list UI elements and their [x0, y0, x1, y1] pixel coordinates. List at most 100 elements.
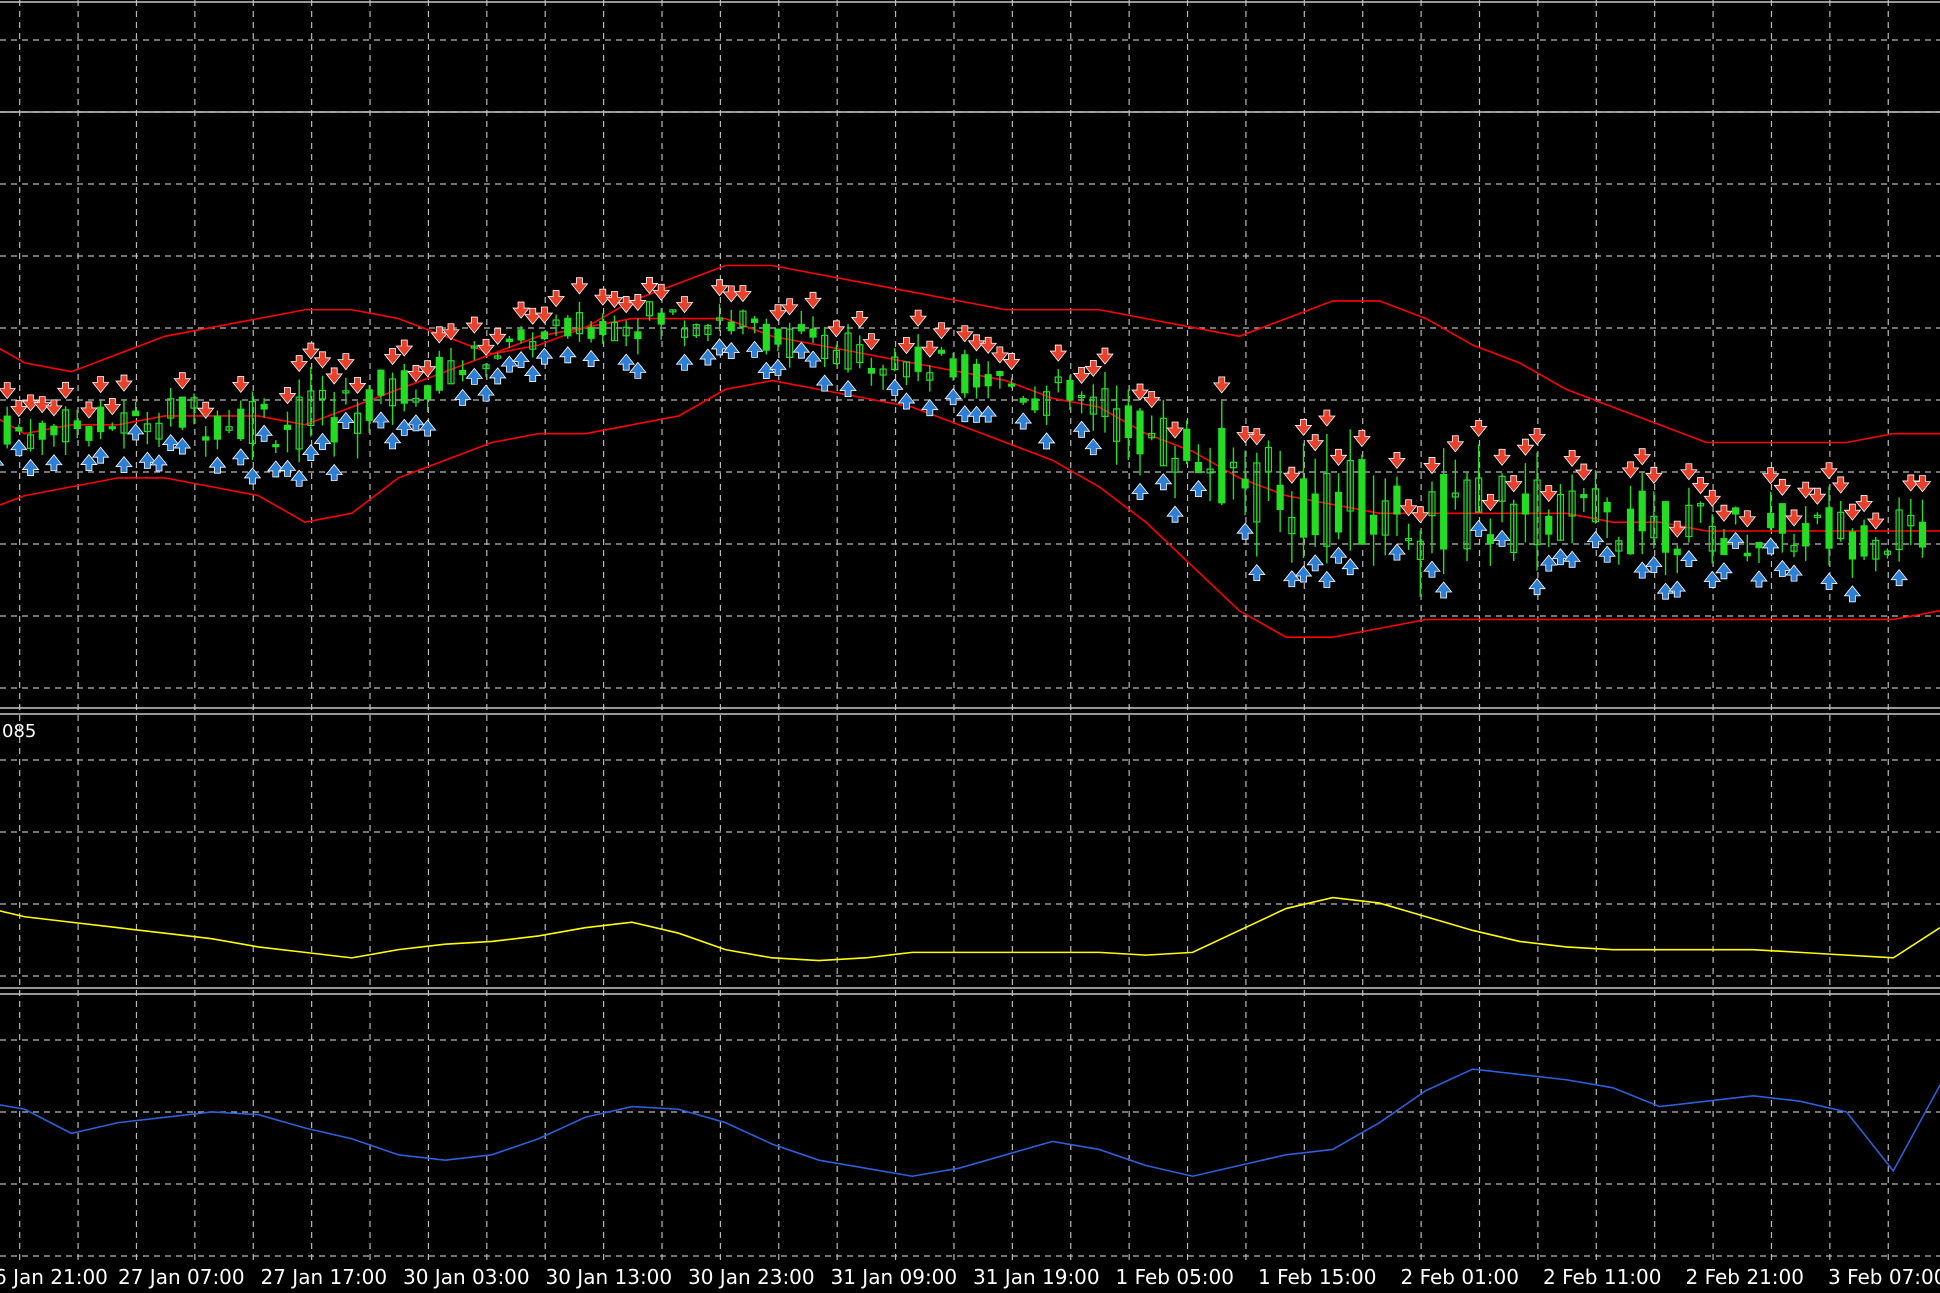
arrow-down-icon: [1481, 494, 1500, 512]
candle-body: [949, 358, 957, 378]
x-tick-label: 2 Feb 01:00: [1401, 1265, 1520, 1289]
arrow-down-icon: [1002, 353, 1021, 371]
arrow-up-icon: [722, 341, 741, 359]
candle-body: [237, 408, 245, 440]
candle-body: [1066, 379, 1074, 401]
candle-body: [505, 338, 513, 343]
arrow-down-icon: [1843, 503, 1862, 521]
candle-body: [1661, 501, 1670, 553]
candle-body: [38, 422, 46, 440]
candle-body: [1918, 521, 1927, 548]
candle-body: [1334, 491, 1343, 533]
candle-body: [1311, 493, 1319, 536]
arrow-up-icon: [1072, 420, 1091, 438]
arrow-up-icon: [944, 388, 962, 406]
arrow-up-icon: [558, 346, 577, 364]
arrow-up-icon: [1715, 562, 1733, 580]
arrow-up-icon: [383, 432, 402, 450]
arrow-down-icon: [477, 338, 495, 356]
arrow-down-icon: [430, 326, 449, 344]
candle-body: [50, 425, 58, 436]
candle-body: [599, 321, 607, 336]
candle-body: [132, 410, 140, 417]
arrow-up-icon: [1236, 522, 1254, 540]
candle-body: [1007, 383, 1016, 387]
candle-body: [797, 324, 805, 332]
candle-body: [3, 415, 11, 445]
candle-body: [1194, 462, 1203, 474]
arrow-up-icon: [885, 378, 904, 396]
arrow-down-icon: [103, 398, 122, 416]
candle-body: [272, 444, 280, 448]
arrow-up-icon: [126, 423, 145, 441]
x-tick-label: 31 Jan 19:00: [973, 1265, 1100, 1289]
arrow-up-icon: [1084, 438, 1103, 456]
arrow-down-icon: [804, 291, 822, 309]
arrow-up-icon: [523, 364, 542, 382]
candle-body: [727, 321, 735, 332]
arrow-down-icon: [1773, 478, 1792, 496]
arrow-down-icon: [967, 334, 986, 352]
arrow-up-icon: [1037, 432, 1056, 450]
arrow-down-icon: [325, 367, 344, 385]
candle-body: [762, 323, 770, 351]
arrow-up-icon: [1318, 570, 1336, 588]
x-tick-label: 30 Jan 23:00: [688, 1265, 815, 1289]
arrow-up-icon: [1341, 558, 1360, 576]
candle-body: [937, 349, 946, 354]
x-tick-label: 1 Feb 15:00: [1258, 1265, 1377, 1289]
price-series-2: [0, 379, 1940, 639]
arrow-down-icon: [1283, 466, 1301, 484]
arrow-down-icon: [1247, 428, 1266, 446]
candle-body: [1755, 541, 1763, 549]
arrow-up-icon: [1166, 505, 1184, 523]
candle-body: [1802, 523, 1810, 547]
candle-body: [1440, 473, 1448, 550]
arrow-down-icon: [383, 348, 402, 366]
arrow-up-icon: [617, 353, 635, 371]
trading-chart[interactable]: 6 Jan 21:00 27 Jan 07:00 27 Jan 17:00 30 Ja…: [0, 0, 1940, 1293]
arrow-down-icon: [1621, 461, 1640, 479]
candle-body: [914, 346, 922, 372]
arrow-up-icon: [488, 367, 507, 385]
arrow-down-icon: [442, 323, 460, 341]
candle-body: [330, 417, 338, 443]
x-tick-label: 30 Jan 13:00: [546, 1265, 673, 1289]
arrow-down-icon: [1446, 435, 1465, 453]
arrow-down-icon: [1715, 504, 1733, 522]
arrow-up-icon: [1598, 545, 1616, 563]
arrow-up-icon: [792, 341, 811, 359]
arrow-down-icon: [115, 374, 133, 392]
arrow-up-icon: [1680, 549, 1698, 568]
candle-body: [424, 385, 432, 400]
arrow-up-icon: [302, 444, 320, 462]
arrow-down-icon: [827, 320, 846, 338]
arrow-up-icon: [699, 348, 717, 366]
arrow-up-icon: [500, 355, 519, 373]
x-tick-label: 27 Jan 17:00: [261, 1265, 388, 1289]
arrow-down-icon: [173, 372, 192, 390]
candle-body: [634, 331, 642, 340]
arrow-up-icon: [173, 437, 192, 455]
candle-body: [1580, 494, 1588, 499]
candle-body: [459, 369, 467, 376]
arrow-down-icon: [1318, 409, 1336, 427]
candle-body: [809, 328, 817, 338]
arrow-down-icon: [348, 376, 367, 394]
arrow-down-icon: [675, 296, 694, 314]
arrow-up-icon: [208, 456, 227, 474]
arrow-up-icon: [231, 448, 250, 466]
arrow-up-icon: [290, 469, 308, 487]
candle-body: [435, 356, 443, 391]
arrow-up-icon: [115, 455, 133, 473]
arrow-down-icon: [1294, 418, 1313, 436]
arrow-down-icon: [231, 375, 250, 394]
candle-body: [1848, 531, 1857, 560]
arrow-up-icon: [757, 361, 776, 379]
arrow-down-icon: [465, 316, 484, 334]
arrow-up-icon: [804, 350, 822, 368]
candle-body: [867, 367, 876, 374]
indicator-pane-1: [0, 896, 1940, 962]
candle-body: [377, 369, 385, 396]
arrow-up-icon: [1131, 482, 1149, 500]
